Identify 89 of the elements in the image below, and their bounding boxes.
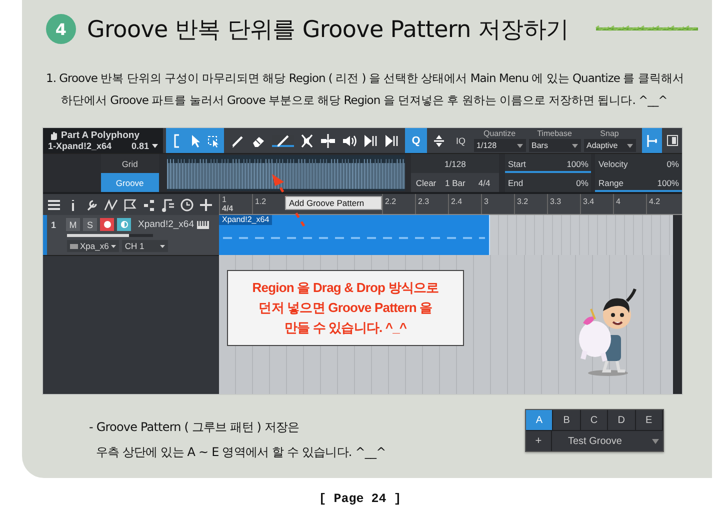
dropdown[interactable]: Bars <box>528 139 581 152</box>
split-icon[interactable] <box>320 132 336 148</box>
ruler-label: 3.4 <box>583 197 594 206</box>
list-icon[interactable] <box>47 198 61 212</box>
parameter-value: 100% <box>566 158 588 168</box>
parameter-name: End <box>508 178 524 188</box>
pattern-slot-tab[interactable]: B <box>553 410 581 430</box>
dropdown[interactable]: Adaptive <box>584 139 636 152</box>
ruler-label: 3.3 <box>550 197 562 206</box>
parameter-value: 0% <box>666 158 679 168</box>
groove-button[interactable]: 4/4 <box>470 173 499 192</box>
parameter-name: Velocity <box>598 158 628 168</box>
ruler-label: 2.3 <box>418 197 430 206</box>
wrench-icon[interactable] <box>85 198 99 212</box>
paintbrush-icon[interactable] <box>275 132 291 148</box>
scrollbar[interactable] <box>673 215 682 255</box>
midi-region[interactable]: Xpand!2_x64 <box>219 215 490 255</box>
track-name: Xpand!2_x64 <box>138 219 194 230</box>
track-number: 1 <box>51 220 58 230</box>
ruler-label: 2.2 <box>385 197 396 206</box>
solo-button[interactable]: S <box>83 218 97 231</box>
channel-selector[interactable]: CH 1 <box>122 240 168 252</box>
quantize-flip-icon[interactable] <box>431 132 447 148</box>
section-title: Groove 반복 단위를 Groove Pattern 저장하기 <box>87 16 569 44</box>
caret-icon <box>516 144 523 148</box>
ruler-label: 4.2 <box>649 197 660 206</box>
caret-icon <box>160 244 165 248</box>
ruler-label: 1.2 <box>255 197 266 206</box>
parameter-field[interactable]: End 0% <box>504 173 592 192</box>
instruction-paragraph: 1. Groove 반복 단위의 구성이 마무리되면 해당 Region ( 리전 ) 을 선택한 상태에서 Main Menu 에 있는 Quantize 를 클릭해서 하단에서 Groove 파트를 눌러서 Groove 부분으로 해당 Region 을 던져넣은 후 원하는 이름으로 저장하면 됩니다. ^__^ <box>46 70 684 109</box>
instrument-name: 1-Xpand!2_x64 <box>48 141 112 151</box>
iq-label: IQ <box>455 134 467 148</box>
record-dot-icon <box>104 221 110 228</box>
parameter-field[interactable]: Start 100% <box>504 154 592 173</box>
ruler-label: 1 <box>222 195 228 204</box>
ruler-label: 3 <box>484 197 488 206</box>
half-circle-icon <box>120 221 128 228</box>
flag-icon[interactable] <box>123 198 137 212</box>
caret-icon <box>152 144 158 148</box>
ruler-label: 2.4 <box>451 197 462 206</box>
part-title: Part A Polyphony <box>61 130 140 141</box>
parameter-field[interactable]: Range 100% <box>595 173 682 192</box>
note-icon[interactable] <box>161 198 175 212</box>
mute-button[interactable]: M <box>66 218 80 231</box>
clock-icon[interactable] <box>180 198 194 212</box>
callout-text: Region 을 Drag & Drop 방식으로 던저 넣으면 Groove Pattern 을 만들 수 있습니다. ^_^ <box>227 270 464 346</box>
pattern-name-dropdown[interactable]: Test Groove <box>552 431 663 451</box>
time-signature: 4/4 <box>222 204 234 213</box>
step-number-badge: 4 <box>46 14 76 44</box>
dropdown[interactable]: 1/128 <box>474 139 526 152</box>
caret-icon <box>626 144 633 148</box>
resolution-value: 1/128 <box>411 154 499 173</box>
note-paragraph: - Groove Pattern ( 그루브 패턴 ) 저장은 우측 상단에 있는 A ~ E 영역에서 할 수 있습니다. ^__^ <box>89 419 386 461</box>
scrollbar[interactable] <box>673 255 682 394</box>
dropdown-label: Snap <box>599 128 620 139</box>
ruler-label: 4 <box>616 197 620 206</box>
hand-icon <box>48 130 58 140</box>
grid-icon[interactable] <box>142 198 156 212</box>
panel-icon[interactable] <box>667 135 678 146</box>
snap-toggle-button[interactable] <box>642 128 662 153</box>
pattern-slot-tab[interactable]: E <box>636 410 664 430</box>
parameter-name: Range <box>598 178 624 188</box>
parameter-value: 0% <box>576 178 588 188</box>
pattern-slot-tab[interactable]: C <box>580 410 608 430</box>
groove-tab[interactable]: Grid <box>101 154 159 173</box>
dropdown-label: Quantize <box>482 128 517 139</box>
instrument-selector[interactable]: Xpa_x6 <box>67 240 119 252</box>
groove-button[interactable]: 1 Bar <box>440 173 470 192</box>
keyboard-icon <box>197 220 209 228</box>
region-name: Xpand!2_x64 <box>219 215 272 225</box>
page-number: [ Page 24 ] <box>318 492 402 506</box>
caret-icon <box>110 244 116 248</box>
add-pattern-button[interactable]: + <box>526 431 552 451</box>
parameter-name: Start <box>508 158 526 168</box>
value-text: 0.81 <box>131 141 149 151</box>
curve-icon[interactable] <box>104 198 118 212</box>
groove-button[interactable]: Clear <box>411 173 441 192</box>
tooltip: Add Groove Pattern <box>285 196 382 210</box>
caret-icon <box>572 144 578 148</box>
record-button[interactable] <box>100 218 114 231</box>
snap-line-icon <box>646 134 658 148</box>
parameter-value: 100% <box>657 178 679 188</box>
keyboard-icon <box>70 244 78 248</box>
plus-icon[interactable] <box>199 198 213 212</box>
parameter-field[interactable]: Velocity 0% <box>595 154 682 173</box>
dropdown-label: Timebase <box>536 128 573 139</box>
ruler-label: 3.2 <box>517 197 528 206</box>
caret-icon <box>652 438 659 444</box>
pattern-slot-tab[interactable]: D <box>608 410 636 430</box>
